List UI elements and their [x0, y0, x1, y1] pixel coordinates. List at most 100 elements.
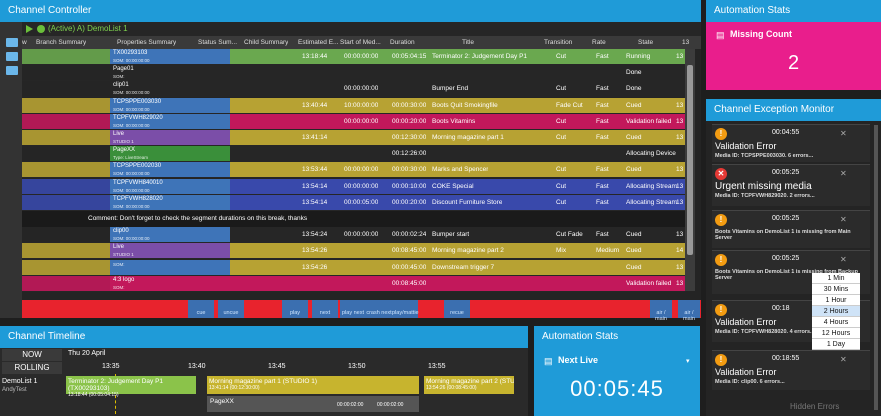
- branch-cell[interactable]: [22, 113, 110, 129]
- dropdown-option[interactable]: 30 Mins: [812, 284, 860, 295]
- table-row[interactable]: clip01 SOM: 00:00:00:00 00:00:00:00 Bumpe…: [22, 81, 685, 98]
- exception-scrollbar[interactable]: [874, 125, 878, 410]
- col-som[interactable]: Start of Med...: [340, 39, 381, 46]
- row-body[interactable]: [230, 146, 685, 162]
- col-transition[interactable]: Transition: [544, 39, 572, 46]
- branch-cell[interactable]: [22, 162, 110, 178]
- transport-button[interactable]: crash next: [366, 300, 392, 318]
- close-icon[interactable]: ✕: [840, 355, 847, 364]
- time-range-dropdown[interactable]: 1 Min 30 Mins 1 Hour 2 Hours 4 Hours 12 Hours…: [812, 273, 860, 350]
- dropdown-option[interactable]: 2 Hours: [812, 306, 860, 317]
- properties-cell[interactable]: TCPFVWH829020 SOM: 00:00:00:00: [110, 113, 230, 129]
- table-scrollbar[interactable]: [685, 49, 695, 291]
- transport-button[interactable]: air / main: [650, 300, 672, 322]
- row-body[interactable]: [230, 65, 685, 81]
- col-rate[interactable]: Rate: [592, 39, 606, 46]
- close-icon[interactable]: ✕: [840, 169, 847, 178]
- branch-cell[interactable]: [22, 130, 110, 145]
- row-body[interactable]: [230, 275, 685, 291]
- col-estimated[interactable]: Estimated E...: [298, 39, 338, 46]
- table-row[interactable]: TCPSPPE003030 SOM: 00:00:00:00 13:40:44 1…: [22, 97, 685, 114]
- branch-cell[interactable]: [22, 97, 110, 113]
- branch-cell[interactable]: [22, 194, 110, 210]
- transport-button[interactable]: play next: [340, 300, 366, 318]
- dropdown-option[interactable]: 12 Hours: [812, 328, 860, 339]
- table-row[interactable]: TX00293103 SOM: 00:00:00:00 13:18:44 00:0…: [22, 49, 685, 65]
- timeline-item[interactable]: Morning magazine part 2 (STUDIO 1)13:54:…: [424, 376, 514, 394]
- transport-button[interactable]: next: [312, 300, 338, 318]
- col-child[interactable]: Child Summary: [244, 39, 288, 46]
- branch-cell[interactable]: [22, 146, 110, 162]
- col-status[interactable]: Status Sum...: [198, 39, 237, 46]
- transport-button[interactable]: play/mattie: [392, 300, 419, 318]
- properties-cell[interactable]: clip00 SOM: 00:00:00:00: [110, 227, 230, 243]
- branch-cell[interactable]: [22, 178, 110, 194]
- col-state[interactable]: State: [638, 39, 653, 46]
- table-row[interactable]: TCPFVWH829020 SOM: 00:00:00:00 00:00:00:0…: [22, 113, 685, 130]
- close-icon[interactable]: ✕: [840, 129, 847, 138]
- close-icon[interactable]: ✕: [840, 255, 847, 264]
- transport-button[interactable]: uncue: [218, 300, 244, 318]
- trash-icon[interactable]: [6, 66, 18, 75]
- table-row[interactable]: Live STUDIO 1 13:41:14 00:12:30:00 Mornin…: [22, 130, 685, 146]
- properties-cell[interactable]: Live STUDIO 1: [110, 243, 230, 259]
- transport-button[interactable]: play: [282, 300, 308, 318]
- branch-cell[interactable]: [22, 275, 110, 291]
- table-row[interactable]: Page01 SOM: Done: [22, 65, 685, 82]
- table-row[interactable]: Live STUDIO 1 13:54:26 00:08:45:00 Mornin…: [22, 243, 685, 260]
- chevron-down-icon[interactable]: ▾: [686, 357, 690, 365]
- list-icon[interactable]: [6, 38, 18, 47]
- table-row[interactable]: SOM: 13:54:26 00:00:45:00 Downstream tri…: [22, 259, 685, 276]
- table-row[interactable]: TCPSPPE002030 SOM: 00:00:00:00 13:53:44 0…: [22, 162, 685, 179]
- play-icon[interactable]: [26, 25, 33, 33]
- branch-cell[interactable]: [22, 81, 110, 97]
- table-row[interactable]: clip00 SOM: 00:00:00:00 13:54:24 00:00:00…: [22, 227, 685, 244]
- col-duration[interactable]: Duration: [390, 39, 415, 46]
- properties-cell[interactable]: 4:3 logo SOM:: [110, 275, 230, 291]
- dropdown-option[interactable]: 1 Day: [812, 339, 860, 350]
- transport-button[interactable]: air / main: [678, 300, 700, 322]
- timeline-item[interactable]: Terminator 2: Judgement Day P1 (TX002931…: [66, 376, 196, 398]
- hidden-errors-label[interactable]: Hidden Errors: [790, 402, 839, 411]
- properties-cell[interactable]: TCPSPPE003030 SOM: 00:00:00:00: [110, 97, 230, 113]
- branch-cell[interactable]: [22, 65, 110, 81]
- exception-item[interactable]: ! 00:18:55 ✕ Validation Error Media ID: …: [712, 350, 870, 390]
- table-row[interactable]: TCPFVWH828020 SOM: 00:00:00:00 13:54:14 0…: [22, 194, 685, 211]
- exception-item[interactable]: ! 00:05:25 ✕ Boots Vitamins on DemoList …: [712, 210, 870, 248]
- col-w[interactable]: w: [22, 39, 27, 46]
- col-branch[interactable]: Branch Summary: [36, 39, 86, 46]
- branch-cell[interactable]: [22, 49, 110, 64]
- timeline-subitem[interactable]: PageXX 00:00:02:00 00:00:02:00: [207, 396, 419, 412]
- transport-button[interactable]: recue: [444, 300, 470, 318]
- properties-cell[interactable]: Page01 SOM:: [110, 65, 230, 81]
- properties-cell[interactable]: TCPFVWH828020 SOM: 00:00:00:00: [110, 194, 230, 210]
- close-icon[interactable]: ✕: [840, 215, 847, 224]
- branch-cell[interactable]: [22, 243, 110, 259]
- rolling-button[interactable]: ROLLING: [2, 362, 62, 374]
- dropdown-option[interactable]: 1 Hour: [812, 295, 860, 306]
- properties-cell[interactable]: TCPSPPE002030 SOM: 00:00:00:00: [110, 162, 230, 178]
- col-n[interactable]: 13: [682, 39, 689, 46]
- now-button[interactable]: NOW: [2, 349, 62, 361]
- branch-cell[interactable]: [22, 259, 110, 275]
- timeline-item[interactable]: Morning magazine part 1 (STUDIO 1) 13:41:…: [207, 376, 419, 394]
- properties-cell[interactable]: PageXX Type: LiveStream: [110, 146, 230, 162]
- scrollbar-thumb[interactable]: [687, 65, 693, 255]
- exception-item[interactable]: ! 00:04:55 ✕ Validation Error Media ID: …: [712, 124, 870, 162]
- exception-item[interactable]: ✕ 00:05:25 ✕ Urgent missing media Media …: [712, 164, 870, 206]
- properties-cell[interactable]: clip01 SOM: 00:00:00:00: [110, 81, 230, 97]
- table-row[interactable]: TCPFVWH840010 SOM: 00:00:00:00 13:54:14 0…: [22, 178, 685, 195]
- properties-cell[interactable]: TX00293103 SOM: 00:00:00:00: [110, 49, 230, 64]
- col-properties[interactable]: Properties Summary: [117, 39, 176, 46]
- branch-cell[interactable]: [22, 227, 110, 243]
- col-title[interactable]: Title: [462, 39, 474, 46]
- filter-icon[interactable]: [6, 52, 18, 61]
- properties-cell[interactable]: Live STUDIO 1: [110, 130, 230, 145]
- dropdown-option[interactable]: 4 Hours: [812, 317, 860, 328]
- table-row[interactable]: 4:3 logo SOM: 00:08:45:00 Validation fail…: [22, 275, 685, 292]
- comment-row[interactable]: Comment: Don't forget to check the segme…: [22, 211, 685, 227]
- properties-cell[interactable]: TCPFVWH840010 SOM: 00:00:00:00: [110, 178, 230, 194]
- table-row[interactable]: PageXX Type: LiveStream 00:12:26:00 Alloc…: [22, 146, 685, 163]
- properties-cell[interactable]: SOM:: [110, 259, 230, 275]
- dropdown-option[interactable]: 1 Min: [812, 273, 860, 284]
